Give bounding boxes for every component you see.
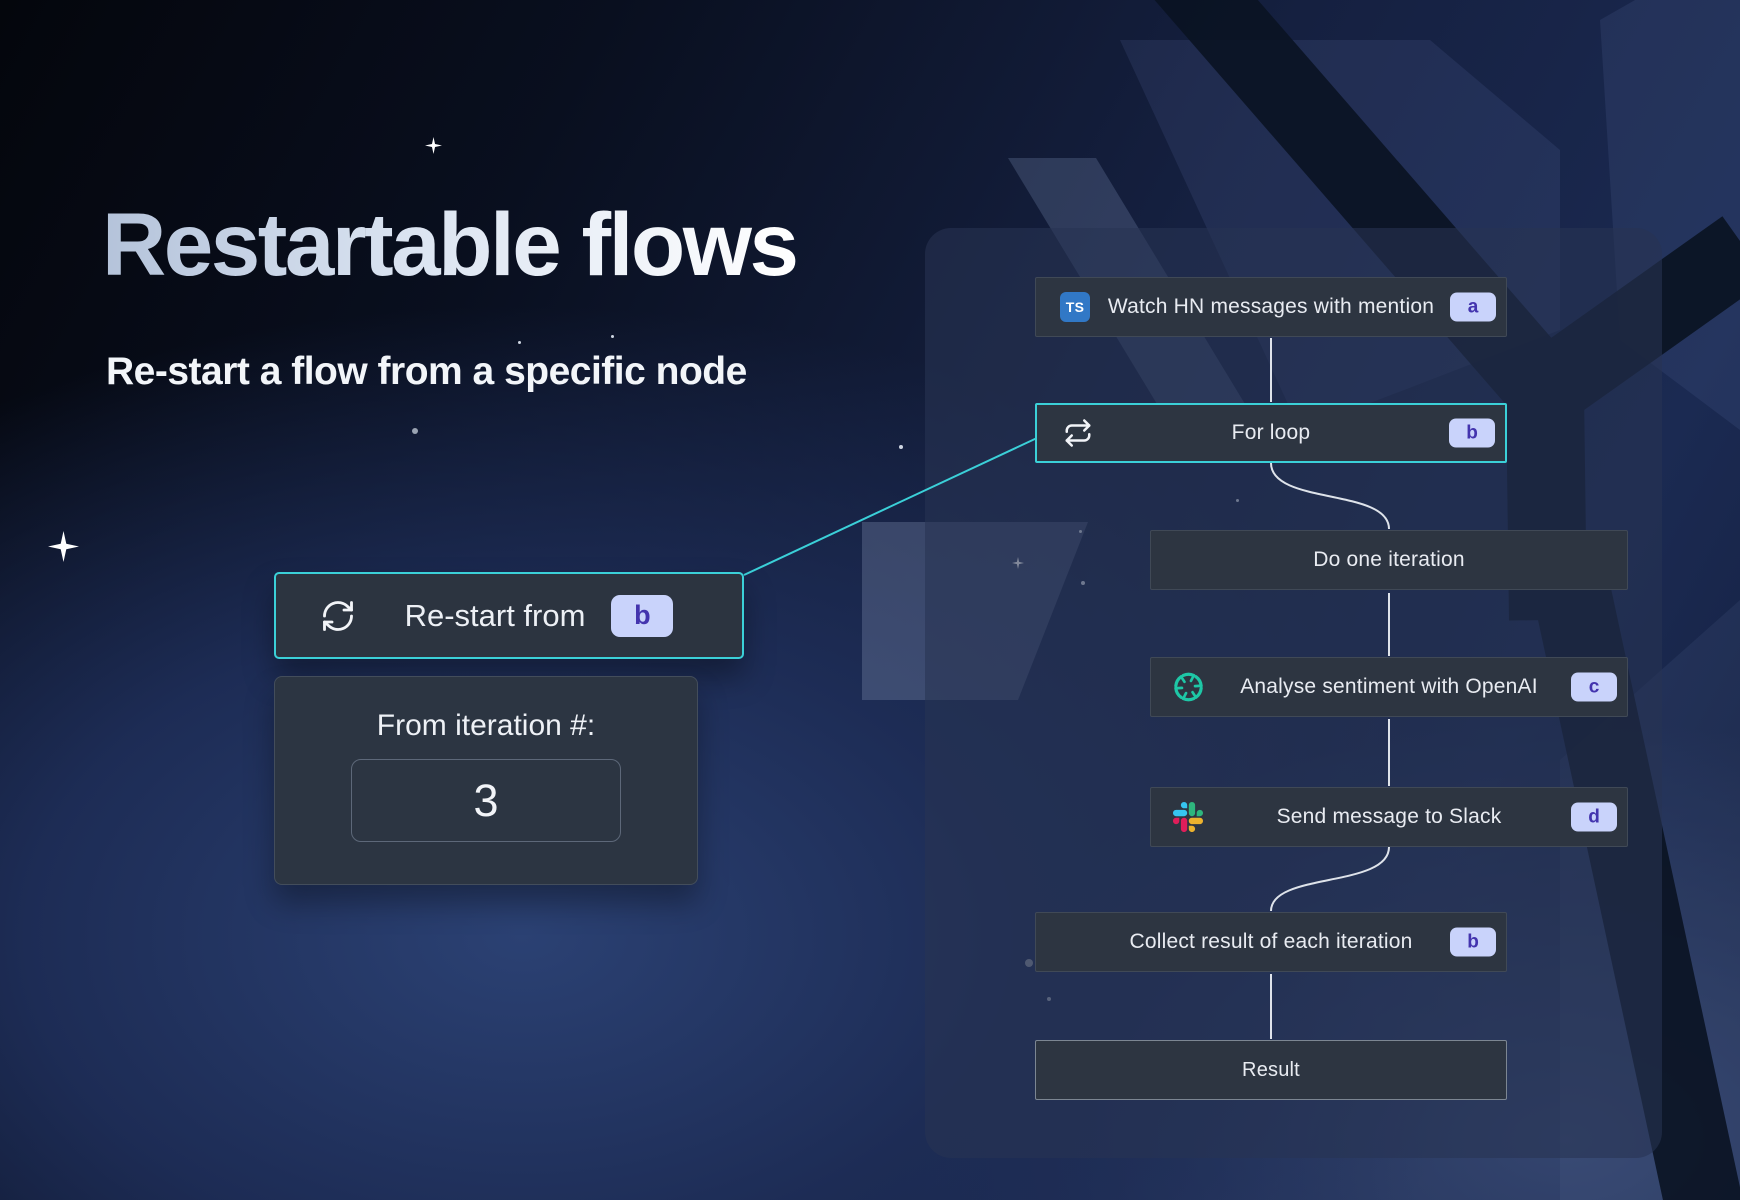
page-subtitle: Re-start a flow from a specific node — [106, 350, 747, 394]
node-label: Send message to Slack — [1277, 805, 1502, 829]
restart-label: Re-start from — [405, 598, 586, 634]
node-badge: b — [1449, 419, 1495, 448]
restart-card[interactable]: Re-start from b — [274, 572, 744, 659]
node-watch-hn-messages[interactable]: TS Watch HN messages with mention a — [1035, 277, 1507, 337]
star-dot — [412, 428, 418, 434]
openai-icon — [1173, 672, 1204, 703]
page-title: Restartable flows — [102, 196, 796, 294]
node-label: For loop — [1232, 421, 1311, 445]
page-background: { "hero": { "title": "Restartable flows"… — [0, 0, 1740, 1200]
node-analyse-sentiment-openai[interactable]: Analyse sentiment with OpenAI c — [1150, 657, 1628, 717]
node-badge: b — [1450, 928, 1496, 957]
iteration-card: From iteration #: — [274, 676, 698, 885]
typescript-icon: TS — [1060, 292, 1090, 322]
node-badge: a — [1450, 293, 1496, 322]
star-dot — [899, 445, 903, 449]
node-do-one-iteration[interactable]: Do one iteration — [1150, 530, 1628, 590]
star-dot — [611, 335, 614, 338]
slack-icon — [1173, 802, 1203, 832]
node-label: Do one iteration — [1313, 548, 1464, 572]
restart-badge: b — [611, 595, 673, 637]
node-for-loop[interactable]: For loop b — [1035, 403, 1507, 463]
node-label: Analyse sentiment with OpenAI — [1240, 675, 1538, 699]
iteration-input[interactable] — [351, 759, 621, 842]
node-send-message-slack[interactable]: Send message to Slack d — [1150, 787, 1628, 847]
node-collect-result[interactable]: Collect result of each iteration b — [1035, 912, 1507, 972]
iteration-label: From iteration #: — [377, 709, 595, 743]
node-badge: c — [1571, 673, 1617, 702]
node-badge: d — [1571, 803, 1617, 832]
star-dot — [518, 341, 521, 344]
node-label: Result — [1242, 1059, 1300, 1082]
refresh-icon — [320, 598, 356, 634]
node-label: Watch HN messages with mention — [1108, 295, 1434, 319]
node-label: Collect result of each iteration — [1129, 930, 1412, 954]
node-result[interactable]: Result — [1035, 1040, 1507, 1100]
repeat-icon — [1063, 418, 1093, 448]
